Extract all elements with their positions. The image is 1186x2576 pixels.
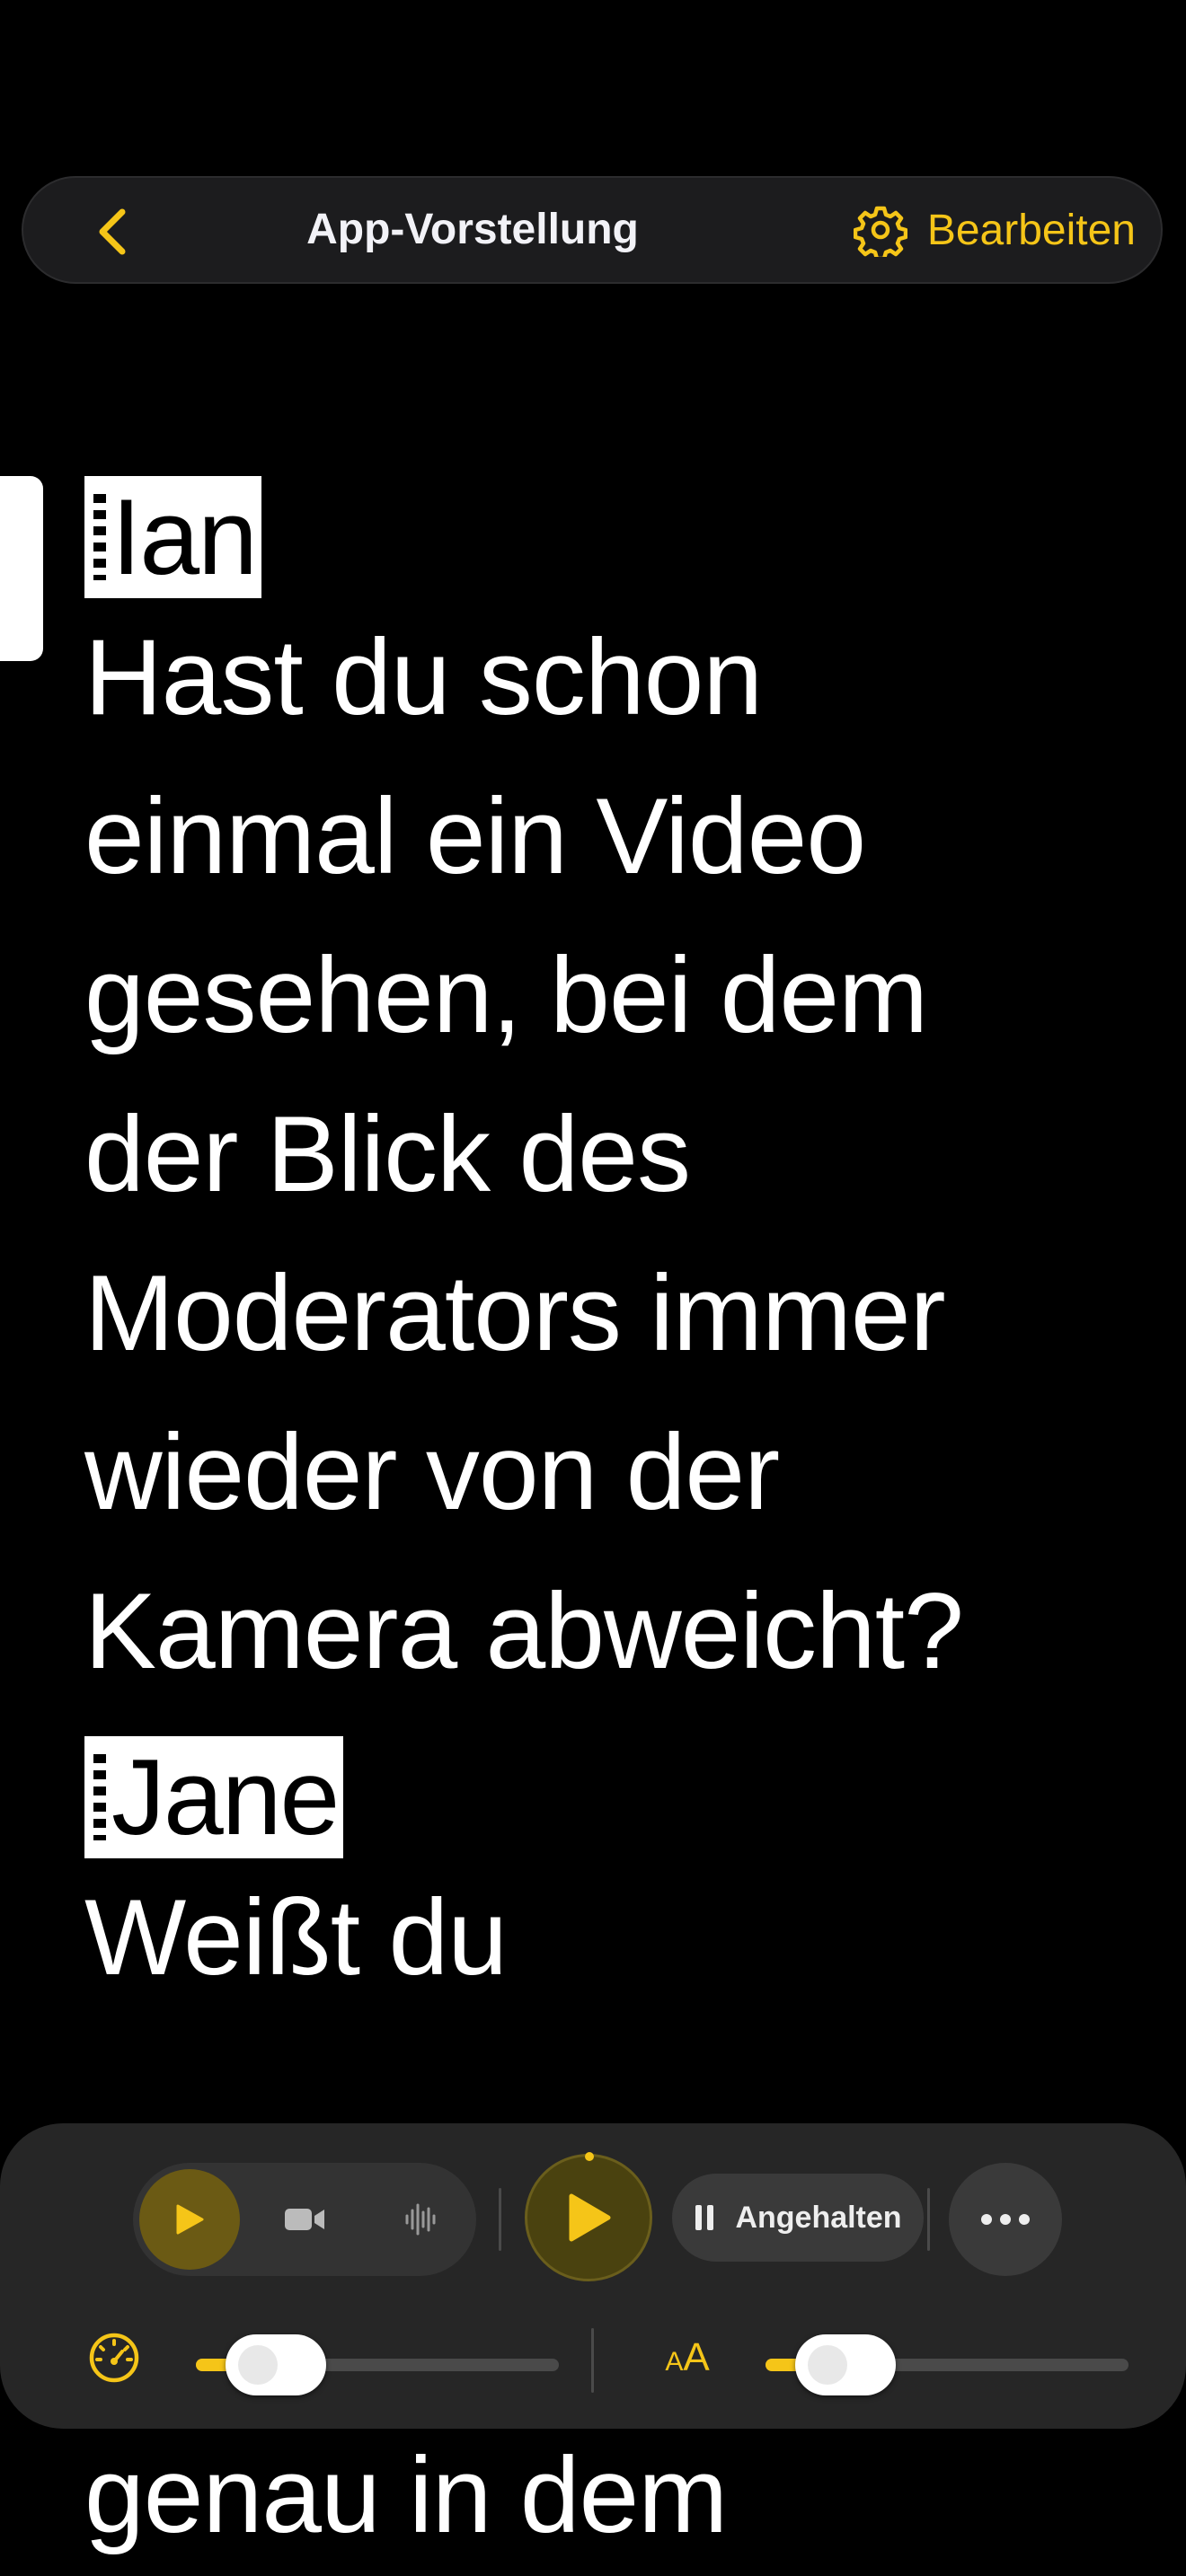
speaker-name: Ian (111, 477, 258, 597)
speaker-name: Jane (111, 1737, 340, 1857)
script-line: Weißt du (84, 1877, 508, 1998)
mode-selector (133, 2163, 476, 2276)
script-line: der Blick des (84, 1094, 691, 1214)
gear-icon (853, 206, 907, 257)
script-line: genau in dem (84, 2435, 728, 2555)
more-options-button[interactable] (949, 2163, 1062, 2276)
audio-mode-button[interactable] (369, 2169, 470, 2270)
play-indicator-dot (585, 2152, 594, 2161)
video-mode-button[interactable] (254, 2169, 355, 2270)
text-size-icon: AA (651, 2326, 723, 2389)
speed-slider-thumb[interactable] (226, 2334, 326, 2395)
status-button[interactable]: Angehalten (672, 2174, 924, 2262)
speaker-marker-icon (93, 494, 106, 580)
control-panel: Angehalten AA (0, 2123, 1186, 2429)
speedometer-icon (83, 2326, 146, 2389)
teleprompter-screen: App-Vorstellung Bearbeiten Ian Hast du s… (0, 0, 1186, 2576)
top-nav-bar: App-Vorstellung Bearbeiten (22, 176, 1163, 284)
divider (591, 2328, 594, 2393)
play-icon (176, 2204, 204, 2235)
script-block: Ian Hast du schon einmal ein Video geseh… (84, 476, 1172, 1711)
script-line: Hast du schon (84, 617, 763, 737)
divider (927, 2188, 930, 2251)
text-size-big-a: A (683, 2335, 710, 2379)
script-content[interactable]: Ian Hast du schon einmal ein Video geseh… (84, 476, 1172, 2028)
speaker-tag: Jane (84, 1736, 344, 1858)
text-size-small-a: A (665, 2347, 684, 2377)
play-mode-button[interactable] (139, 2169, 240, 2270)
reading-position-marker (0, 476, 43, 661)
back-button[interactable] (77, 196, 149, 268)
divider (499, 2188, 501, 2251)
waveform-icon (405, 2203, 436, 2236)
script-line: Kamera abweicht? (84, 1571, 964, 1691)
status-label: Angehalten (735, 2200, 902, 2235)
video-camera-icon (285, 2209, 324, 2230)
text-size-slider-thumb[interactable] (795, 2334, 896, 2395)
script-line: einmal ein Video (84, 776, 866, 896)
script-block: Jane Weißt du (84, 1736, 1172, 2017)
speaker-tag: Ian (84, 476, 261, 598)
edit-button-label: Bearbeiten (926, 206, 1136, 254)
script-line: gesehen, bei dem (84, 935, 928, 1055)
chevron-left-icon (99, 208, 126, 255)
speaker-marker-icon (93, 1754, 106, 1840)
ellipsis-icon (981, 2214, 1030, 2225)
script-line: wieder von der (84, 1412, 780, 1532)
edit-button[interactable]: Bearbeiten (853, 178, 1136, 282)
page-title: App-Vorstellung (306, 206, 639, 253)
play-icon (569, 2193, 611, 2242)
main-play-button[interactable] (525, 2154, 652, 2281)
pause-icon (695, 2205, 714, 2230)
script-line: Moderators immer (84, 1253, 946, 1373)
